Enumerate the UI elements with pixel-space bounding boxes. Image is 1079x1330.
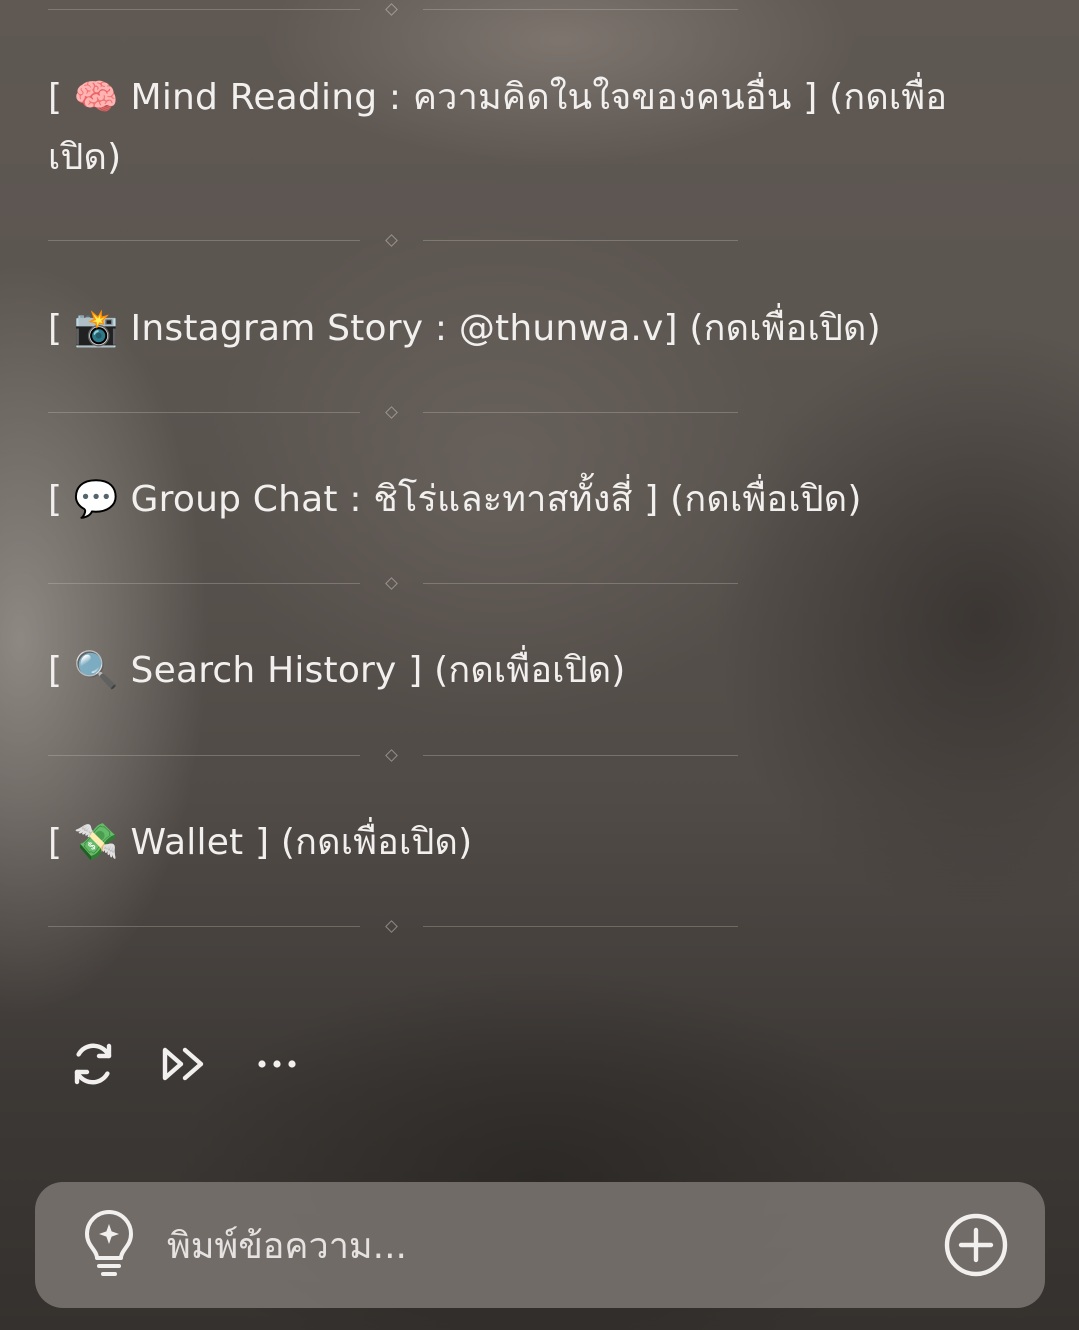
- add-button[interactable]: [943, 1212, 1009, 1278]
- more-options-button[interactable]: [251, 1038, 303, 1090]
- divider: [48, 577, 738, 591]
- plus-circle-icon: [944, 1213, 1008, 1277]
- menu-item-mind-reading[interactable]: [ 🧠 Mind Reading : ความคิดในใจของคนอื่น …: [48, 68, 983, 188]
- menu-item-wallet[interactable]: [ 💸 Wallet ] (กดเพื่อเปิด): [48, 813, 983, 873]
- message-input[interactable]: [165, 1212, 929, 1280]
- regenerate-button[interactable]: [67, 1038, 119, 1090]
- divider: [48, 234, 738, 248]
- lightbulb-icon: [85, 1210, 133, 1276]
- menu-item-group-chat[interactable]: [ 💬 Group Chat : ชิโร่และทาสทั้งสี่ ] (ก…: [48, 470, 983, 530]
- divider: [48, 920, 738, 934]
- hint-button[interactable]: [79, 1210, 139, 1280]
- menu-item-search-history[interactable]: [ 🔍 Search History ] (กดเพื่อเปิด): [48, 641, 983, 701]
- fast-forward-icon: [162, 1047, 204, 1081]
- divider: [48, 3, 738, 17]
- continue-button[interactable]: [158, 1038, 210, 1090]
- menu-item-instagram-story[interactable]: [ 📸 Instagram Story : @thunwa.v] (กดเพื่…: [48, 299, 983, 359]
- message-composer: [35, 1182, 1045, 1308]
- more-icon: [258, 1060, 296, 1068]
- divider: [48, 406, 738, 420]
- chat-message-content: [ 🧠 Mind Reading : ความคิดในใจของคนอื่น …: [0, 0, 1079, 1330]
- divider: [48, 749, 738, 763]
- refresh-icon: [74, 1043, 112, 1085]
